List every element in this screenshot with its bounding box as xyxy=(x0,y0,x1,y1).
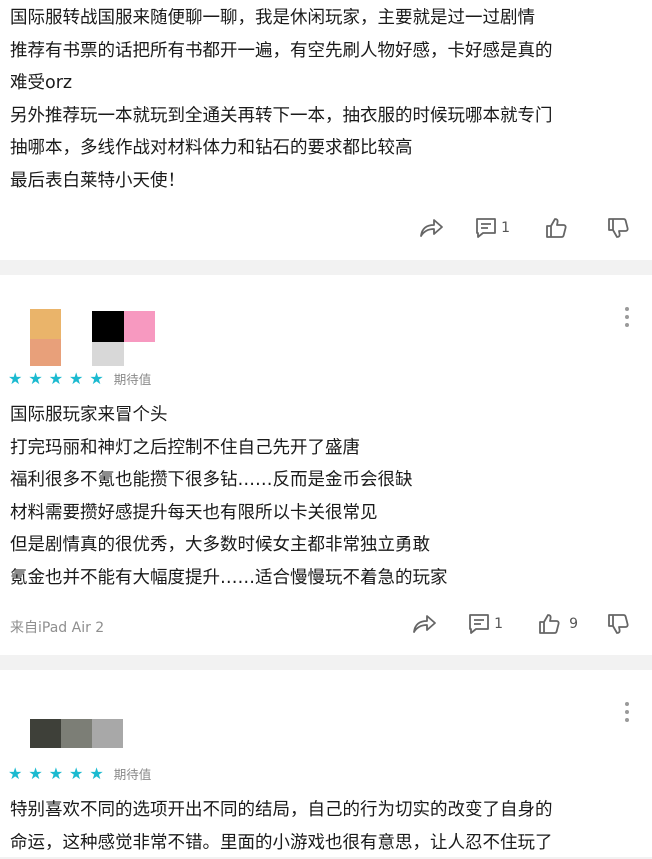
review-line: 国际服玩家来冒个头 xyxy=(10,399,622,432)
thumbs-up-icon xyxy=(537,612,561,636)
more-options-button[interactable] xyxy=(624,702,630,726)
comment-icon xyxy=(474,216,498,240)
rating-stars: ★ ★ ★ ★ ★ 期待值 xyxy=(8,369,151,388)
review-line: 福利很多不氪也能攒下很多钻……反而是金币会很缺 xyxy=(10,464,622,497)
star-icon: ★ xyxy=(89,371,103,387)
star-icon: ★ xyxy=(49,766,63,782)
dislike-button[interactable] xyxy=(606,612,630,636)
reply-button[interactable]: 1 xyxy=(474,216,510,240)
more-options-button[interactable] xyxy=(624,307,630,331)
star-icon: ★ xyxy=(69,371,83,387)
device-label: 来自iPad Air 2 xyxy=(10,617,104,637)
like-button[interactable]: 9 xyxy=(537,612,578,636)
review-line: 材料需要攒好感提升每天也有限所以卡关很常见 xyxy=(10,497,622,530)
reply-count: 1 xyxy=(494,616,503,632)
avatar-block xyxy=(30,339,61,366)
review-line: 特别喜欢不同的选项开出不同的结局，自己的行为切实的改变了自身的 xyxy=(10,794,622,827)
star-icon: ★ xyxy=(8,371,22,387)
share-icon xyxy=(411,612,437,636)
avatar-block xyxy=(92,719,123,748)
review-card-1: 国际服转战国服来随便聊一聊，我是休闲玩家，主要就是过一过剧情 推荐有书票的话把所… xyxy=(0,0,652,260)
avatar-block xyxy=(30,309,61,339)
avatar-block xyxy=(30,719,61,748)
avatar-block xyxy=(61,719,92,748)
avatar-block xyxy=(92,342,124,366)
dislike-button[interactable] xyxy=(606,216,630,240)
like-count: 9 xyxy=(569,616,578,632)
rating-stars: ★ ★ ★ ★ ★ 期待值 xyxy=(8,764,151,783)
star-icon: ★ xyxy=(89,766,103,782)
comment-icon xyxy=(467,612,491,636)
star-icon: ★ xyxy=(28,766,42,782)
share-button[interactable] xyxy=(411,612,437,636)
review-line: 命运，这种感觉非常不错。里面的小游戏也很有意思，让人忍不住玩了 xyxy=(10,827,622,859)
thumbs-down-icon xyxy=(606,216,630,240)
like-button[interactable] xyxy=(544,216,568,240)
star-icon: ★ xyxy=(49,371,63,387)
reply-button[interactable]: 1 xyxy=(467,612,503,636)
avatar-block xyxy=(124,311,155,342)
thumbs-up-icon xyxy=(544,216,568,240)
star-icon: ★ xyxy=(28,371,42,387)
rating-label: 期待值 xyxy=(114,764,152,783)
review-line: 难受orz xyxy=(10,67,622,100)
avatar-block xyxy=(92,311,124,342)
thumbs-down-icon xyxy=(606,612,630,636)
review-line: 另外推荐玩一本就玩到全通关再转下一本，抽衣服的时候玩哪本就专门 xyxy=(10,100,622,133)
review-line: 抽哪本，多线作战对材料体力和钻石的要求都比较高 xyxy=(10,132,622,165)
review-line: 推荐有书票的话把所有书都开一遍，有空先刷人物好感，卡好感是真的 xyxy=(10,35,622,68)
review-text: 国际服玩家来冒个头 打完玛丽和神灯之后控制不住自己先开了盛唐 福利很多不氪也能攒… xyxy=(10,399,622,594)
review-text: 国际服转战国服来随便聊一聊，我是休闲玩家，主要就是过一过剧情 推荐有书票的话把所… xyxy=(10,2,622,197)
star-icon: ★ xyxy=(69,766,83,782)
share-icon xyxy=(418,216,444,240)
review-line: 打完玛丽和神灯之后控制不住自己先开了盛唐 xyxy=(10,432,622,465)
review-line: 最后表白莱特小天使！ xyxy=(10,165,622,198)
review-line: 氪金也并不能有大幅度提升……适合慢慢玩不着急的玩家 xyxy=(10,562,622,595)
review-card-3: ★ ★ ★ ★ ★ 期待值 特别喜欢不同的选项开出不同的结局，自己的行为切实的改… xyxy=(0,670,652,857)
reply-count: 1 xyxy=(501,220,510,236)
review-text: 特别喜欢不同的选项开出不同的结局，自己的行为切实的改变了自身的 命运，这种感觉非… xyxy=(10,794,622,859)
review-card-2: ★ ★ ★ ★ ★ 期待值 国际服玩家来冒个头 打完玛丽和神灯之后控制不住自己先… xyxy=(0,275,652,655)
review-actions: 1 xyxy=(418,216,652,240)
review-line: 国际服转战国服来随便聊一聊，我是休闲玩家，主要就是过一过剧情 xyxy=(10,2,622,35)
star-icon: ★ xyxy=(8,766,22,782)
review-line: 但是剧情真的很优秀，大多数时候女主都非常独立勇敢 xyxy=(10,529,622,562)
rating-label: 期待值 xyxy=(114,369,152,388)
review-actions: 1 9 xyxy=(411,612,652,636)
share-button[interactable] xyxy=(418,216,444,240)
